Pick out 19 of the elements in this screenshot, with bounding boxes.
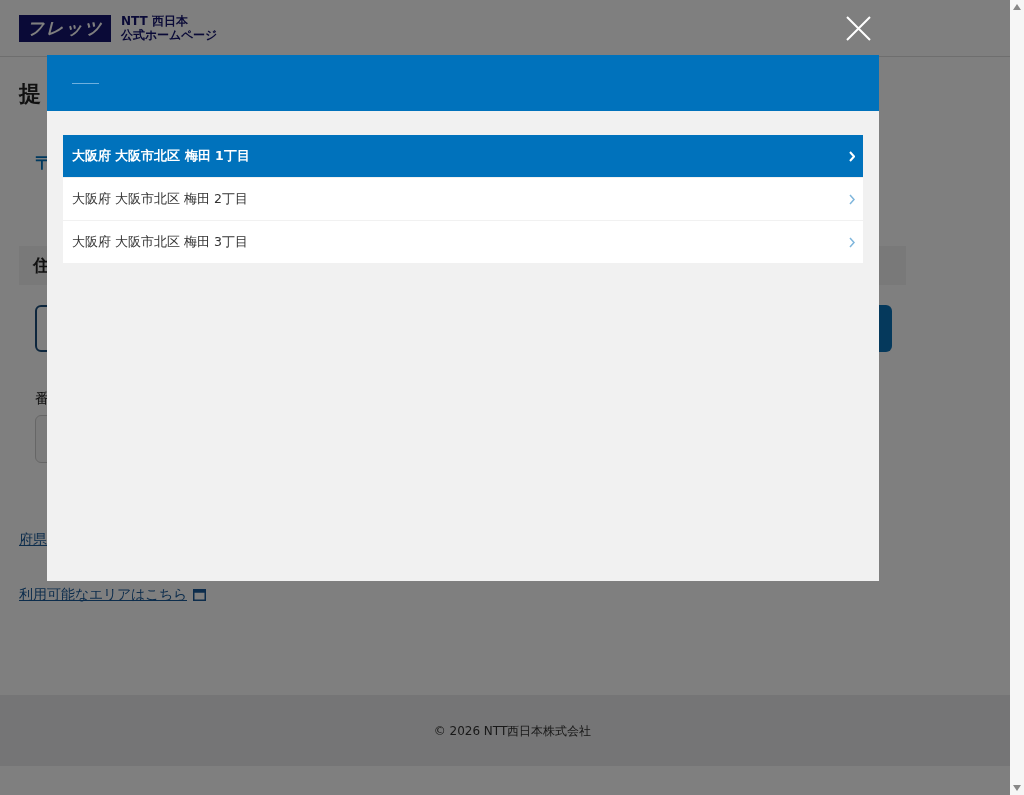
- address-option[interactable]: 大阪府 大阪市北区 梅田 2丁目: [63, 178, 863, 220]
- address-option[interactable]: 大阪府 大阪市北区 梅田 1丁目: [63, 135, 863, 177]
- copyright-text: © 2026 NTT西日本株式会社: [433, 722, 592, 740]
- chevron-right-icon: [849, 236, 855, 248]
- site-name: NTT 西日本: [121, 14, 189, 28]
- chevron-right-icon: [849, 150, 855, 162]
- close-icon[interactable]: [846, 16, 871, 41]
- logo[interactable]: フレッツ: [19, 14, 111, 42]
- address-option[interactable]: 大阪府 大阪市北区 梅田 3丁目: [63, 221, 863, 263]
- new-window-icon: [193, 588, 206, 601]
- site-subtitle: 公式ホームページ: [121, 28, 217, 42]
- page-heading: 提: [19, 80, 41, 108]
- number-label: 番: [35, 389, 49, 408]
- chevron-right-icon: [849, 193, 855, 205]
- scrollbar[interactable]: [1010, 0, 1024, 795]
- scroll-down-icon[interactable]: [1013, 785, 1021, 791]
- prefecture-link[interactable]: 府県: [19, 529, 47, 550]
- scroll-up-icon[interactable]: [1013, 4, 1021, 10]
- area-link[interactable]: 利用可能なエリアはこちら: [19, 584, 187, 605]
